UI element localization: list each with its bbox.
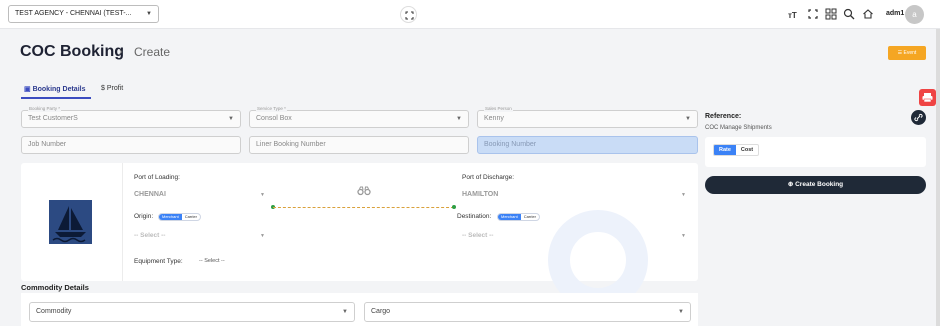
booking-party-value: Test CustomerS xyxy=(28,115,78,122)
agency-select[interactable]: TEST AGENCY - CHENNAI (TEST-... ▼ xyxy=(8,5,159,23)
commodity-section-title: Commodity Details xyxy=(21,283,89,292)
breadcrumb-separator: › xyxy=(119,46,123,58)
sales-person-label: Sales Person xyxy=(484,106,513,112)
chevron-down-icon: ▼ xyxy=(678,309,684,315)
booking-number-placeholder: Booking Number xyxy=(484,141,537,148)
equipment-type-select[interactable]: -- Select -- xyxy=(199,258,225,264)
chevron-down-icon: ▼ xyxy=(228,116,234,122)
rate-cost-toggle[interactable]: Rate Cost xyxy=(713,144,760,156)
sales-person-select[interactable]: Sales Person Kenny ▼ xyxy=(477,106,698,128)
booking-icon: ▣ xyxy=(24,86,31,93)
destination-toggle[interactable]: Merchant Carrier xyxy=(497,213,540,221)
booking-party-label: Booking Party * xyxy=(28,106,62,112)
equipment-type-label: Equipment Type: xyxy=(134,258,183,265)
commodity-select[interactable]: Commodity ▼ xyxy=(29,302,355,322)
port-of-discharge-label: Port of Discharge: xyxy=(462,174,515,181)
service-type-select[interactable]: Service Type * Consol Box ▼ xyxy=(249,106,469,128)
search-icon[interactable] xyxy=(843,8,855,20)
username[interactable]: adm1 xyxy=(886,10,904,17)
tab-booking-details[interactable]: ▣ Booking Details xyxy=(24,85,85,93)
chevron-down-icon: ▼ xyxy=(456,116,462,122)
chevron-down-icon[interactable]: ▼ xyxy=(260,192,265,198)
page-title: COC Booking xyxy=(20,43,124,60)
origin-carrier-option[interactable]: Carrier xyxy=(182,214,200,220)
print-button[interactable] xyxy=(919,89,936,106)
fullscreen-icon[interactable] xyxy=(807,8,819,20)
liner-booking-number-input[interactable]: Liner Booking Number xyxy=(249,136,469,154)
booking-number-input[interactable]: Booking Number xyxy=(477,136,698,154)
event-button-label: Event xyxy=(903,50,917,56)
chevron-down-icon: ▼ xyxy=(342,309,348,315)
origin-select[interactable]: -- Select -- xyxy=(134,232,165,239)
rate-option[interactable]: Rate xyxy=(714,145,736,155)
port-of-loading-value[interactable]: CHENNAI xyxy=(134,191,166,198)
destination-dot xyxy=(452,205,456,209)
cargo-select[interactable]: Cargo ▼ xyxy=(364,302,691,322)
reference-subtitle: COC Manage Shipments xyxy=(705,125,772,131)
tab-booking-details-label: Booking Details xyxy=(32,86,86,93)
divider xyxy=(122,163,123,281)
font-size-icon[interactable]: тT xyxy=(788,8,800,20)
port-of-loading-label: Port of Loading: xyxy=(134,174,180,181)
origin-label: Origin: xyxy=(134,213,154,220)
service-type-value: Consol Box xyxy=(256,115,292,122)
link-icon xyxy=(914,113,923,122)
chevron-down-icon: ▼ xyxy=(146,11,152,17)
binoculars-icon[interactable] xyxy=(357,186,371,196)
printer-icon xyxy=(922,93,933,103)
link-button[interactable] xyxy=(911,110,926,125)
ship-icon xyxy=(49,200,92,244)
home-icon[interactable] xyxy=(862,8,874,20)
agency-select-value: TEST AGENCY - CHENNAI (TEST-... xyxy=(15,10,132,17)
chevron-down-icon[interactable]: ▼ xyxy=(260,233,265,239)
destination-merchant-option[interactable]: Merchant xyxy=(498,214,521,220)
breadcrumb-create: Create xyxy=(134,45,171,59)
origin-merchant-option[interactable]: Merchant xyxy=(159,214,182,220)
chevron-down-icon[interactable]: ▼ xyxy=(681,192,686,198)
avatar[interactable]: a xyxy=(905,5,924,24)
expand-button[interactable] xyxy=(400,6,417,23)
tab-active-indicator xyxy=(21,97,91,99)
tab-profit[interactable]: $ Profit xyxy=(101,85,123,92)
sales-person-value: Kenny xyxy=(484,115,504,122)
cost-option[interactable]: Cost xyxy=(736,145,758,155)
destination-carrier-option[interactable]: Carrier xyxy=(521,214,539,220)
booking-party-select[interactable]: Booking Party * Test CustomerS ▼ xyxy=(21,106,241,128)
origin-toggle[interactable]: Merchant Carrier xyxy=(158,213,201,221)
chevron-down-icon[interactable]: ▼ xyxy=(681,233,686,239)
chevron-down-icon: ▼ xyxy=(685,116,691,122)
create-booking-button[interactable]: ⊕ Create Booking xyxy=(705,176,926,194)
job-number-placeholder: Job Number xyxy=(28,141,67,148)
cargo-placeholder: Cargo xyxy=(371,308,391,315)
apps-grid-icon[interactable] xyxy=(825,8,837,20)
destination-select[interactable]: -- Select -- xyxy=(462,232,493,239)
expand-icon xyxy=(405,11,414,20)
tab-profit-label: Profit xyxy=(106,85,124,92)
reference-title: Reference: xyxy=(705,113,742,120)
port-of-discharge-value[interactable]: HAMILTON xyxy=(462,191,498,198)
route-line xyxy=(273,207,454,208)
commodity-placeholder: Commodity xyxy=(36,308,72,315)
event-button[interactable]: ☰ Event xyxy=(888,46,926,60)
liner-booking-number-placeholder: Liner Booking Number xyxy=(256,141,326,148)
create-booking-label: Create Booking xyxy=(795,181,844,188)
service-type-label: Service Type * xyxy=(256,106,287,112)
scrollbar[interactable] xyxy=(936,29,940,326)
svg-text:тT: тT xyxy=(788,11,797,20)
job-number-input[interactable]: Job Number xyxy=(21,136,241,154)
destination-label: Destination: xyxy=(457,213,492,220)
top-bar: TEST AGENCY - CHENNAI (TEST-... ▼ тT adm… xyxy=(0,0,940,29)
dollar-icon: $ xyxy=(101,85,105,92)
